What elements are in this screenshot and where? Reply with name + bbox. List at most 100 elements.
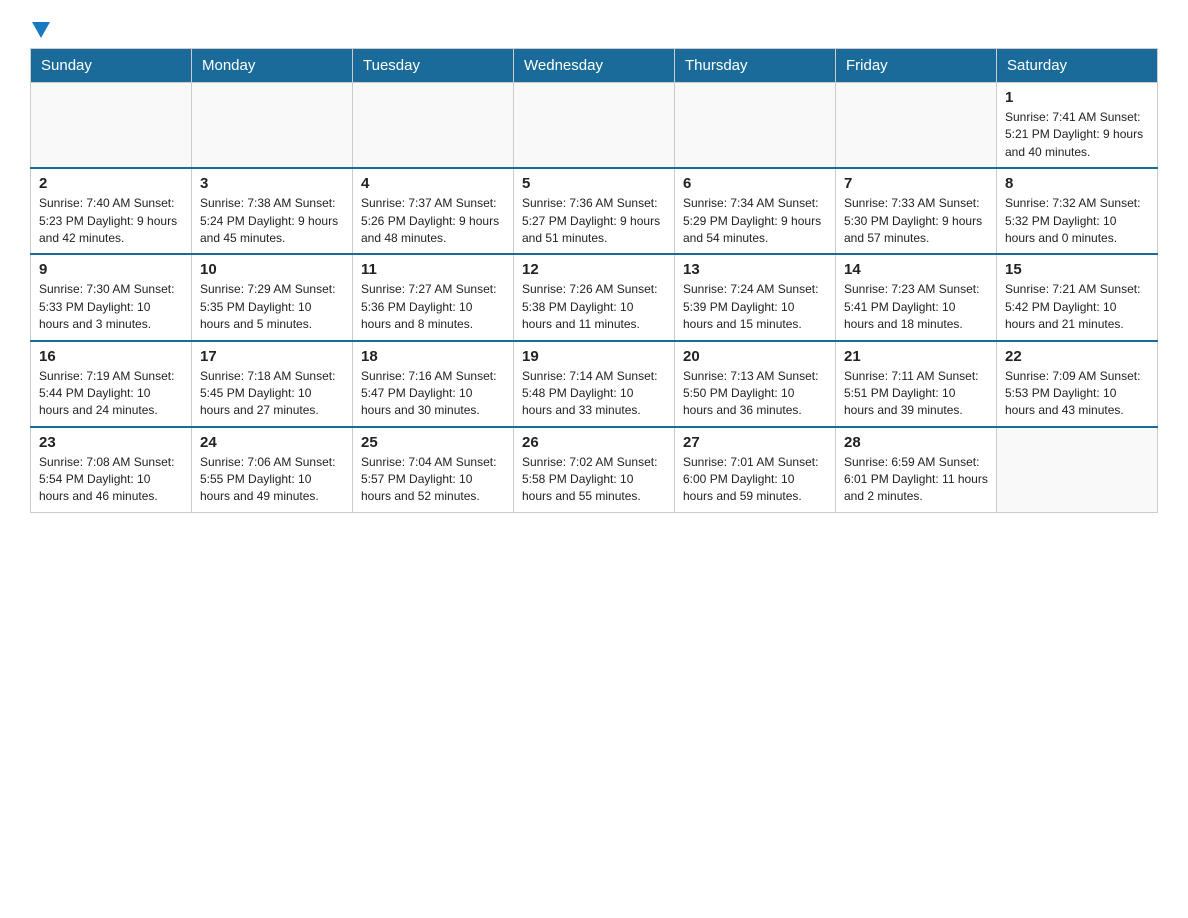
- calendar-header-row: SundayMondayTuesdayWednesdayThursdayFrid…: [31, 49, 1158, 83]
- day-info: Sunrise: 7:16 AM Sunset: 5:47 PM Dayligh…: [361, 368, 505, 420]
- day-info: Sunrise: 7:38 AM Sunset: 5:24 PM Dayligh…: [200, 195, 344, 247]
- day-info: Sunrise: 7:13 AM Sunset: 5:50 PM Dayligh…: [683, 368, 827, 420]
- day-info: Sunrise: 7:09 AM Sunset: 5:53 PM Dayligh…: [1005, 368, 1149, 420]
- calendar-table: SundayMondayTuesdayWednesdayThursdayFrid…: [30, 48, 1158, 513]
- day-header-saturday: Saturday: [997, 49, 1158, 83]
- day-number: 10: [200, 261, 344, 278]
- day-header-thursday: Thursday: [675, 49, 836, 83]
- day-info: Sunrise: 7:18 AM Sunset: 5:45 PM Dayligh…: [200, 368, 344, 420]
- day-info: Sunrise: 7:08 AM Sunset: 5:54 PM Dayligh…: [39, 454, 183, 506]
- day-number: 1: [1005, 89, 1149, 106]
- day-number: 23: [39, 434, 183, 451]
- calendar-week-row: 16 Sunrise: 7:19 AM Sunset: 5:44 PM Dayli…: [31, 341, 1158, 427]
- calendar-cell: 4 Sunrise: 7:37 AM Sunset: 5:26 PM Daylig…: [353, 168, 514, 254]
- day-info: Sunrise: 7:01 AM Sunset: 6:00 PM Dayligh…: [683, 454, 827, 506]
- calendar-cell: 11 Sunrise: 7:27 AM Sunset: 5:36 PM Dayli…: [353, 254, 514, 340]
- calendar-cell: 7 Sunrise: 7:33 AM Sunset: 5:30 PM Daylig…: [836, 168, 997, 254]
- day-info: Sunrise: 7:36 AM Sunset: 5:27 PM Dayligh…: [522, 195, 666, 247]
- day-number: 21: [844, 348, 988, 365]
- calendar-cell: 28 Sunrise: 6:59 AM Sunset: 6:01 PM Dayli…: [836, 427, 997, 513]
- calendar-cell: 21 Sunrise: 7:11 AM Sunset: 5:51 PM Dayli…: [836, 341, 997, 427]
- day-number: 28: [844, 434, 988, 451]
- day-number: 4: [361, 175, 505, 192]
- day-number: 20: [683, 348, 827, 365]
- day-number: 22: [1005, 348, 1149, 365]
- day-info: Sunrise: 7:24 AM Sunset: 5:39 PM Dayligh…: [683, 281, 827, 333]
- day-info: Sunrise: 7:21 AM Sunset: 5:42 PM Dayligh…: [1005, 281, 1149, 333]
- day-info: Sunrise: 7:26 AM Sunset: 5:38 PM Dayligh…: [522, 281, 666, 333]
- day-header-wednesday: Wednesday: [514, 49, 675, 83]
- calendar-cell: 12 Sunrise: 7:26 AM Sunset: 5:38 PM Dayli…: [514, 254, 675, 340]
- day-number: 13: [683, 261, 827, 278]
- day-info: Sunrise: 7:41 AM Sunset: 5:21 PM Dayligh…: [1005, 109, 1149, 161]
- page-header: [30, 20, 1158, 38]
- day-header-monday: Monday: [192, 49, 353, 83]
- day-number: 25: [361, 434, 505, 451]
- day-number: 3: [200, 175, 344, 192]
- day-header-sunday: Sunday: [31, 49, 192, 83]
- day-number: 17: [200, 348, 344, 365]
- day-number: 15: [1005, 261, 1149, 278]
- calendar-cell: 5 Sunrise: 7:36 AM Sunset: 5:27 PM Daylig…: [514, 168, 675, 254]
- logo-text: [30, 20, 50, 38]
- calendar-cell: [997, 427, 1158, 513]
- calendar-cell: 8 Sunrise: 7:32 AM Sunset: 5:32 PM Daylig…: [997, 168, 1158, 254]
- calendar-cell: 14 Sunrise: 7:23 AM Sunset: 5:41 PM Dayli…: [836, 254, 997, 340]
- calendar-week-row: 23 Sunrise: 7:08 AM Sunset: 5:54 PM Dayli…: [31, 427, 1158, 513]
- calendar-cell: 6 Sunrise: 7:34 AM Sunset: 5:29 PM Daylig…: [675, 168, 836, 254]
- calendar-cell: 19 Sunrise: 7:14 AM Sunset: 5:48 PM Dayli…: [514, 341, 675, 427]
- calendar-cell: 20 Sunrise: 7:13 AM Sunset: 5:50 PM Dayli…: [675, 341, 836, 427]
- day-info: Sunrise: 7:19 AM Sunset: 5:44 PM Dayligh…: [39, 368, 183, 420]
- calendar-cell: 2 Sunrise: 7:40 AM Sunset: 5:23 PM Daylig…: [31, 168, 192, 254]
- day-number: 2: [39, 175, 183, 192]
- day-number: 27: [683, 434, 827, 451]
- calendar-cell: 1 Sunrise: 7:41 AM Sunset: 5:21 PM Daylig…: [997, 83, 1158, 169]
- day-header-friday: Friday: [836, 49, 997, 83]
- calendar-week-row: 1 Sunrise: 7:41 AM Sunset: 5:21 PM Daylig…: [31, 83, 1158, 169]
- day-number: 24: [200, 434, 344, 451]
- calendar-cell: 9Sunrise: 7:30 AM Sunset: 5:33 PM Daylig…: [31, 254, 192, 340]
- calendar-cell: 18 Sunrise: 7:16 AM Sunset: 5:47 PM Dayli…: [353, 341, 514, 427]
- day-info: Sunrise: 6:59 AM Sunset: 6:01 PM Dayligh…: [844, 454, 988, 506]
- day-info: Sunrise: 7:27 AM Sunset: 5:36 PM Dayligh…: [361, 281, 505, 333]
- day-number: 9: [39, 261, 183, 278]
- calendar-cell: 27 Sunrise: 7:01 AM Sunset: 6:00 PM Dayli…: [675, 427, 836, 513]
- day-info: Sunrise: 7:11 AM Sunset: 5:51 PM Dayligh…: [844, 368, 988, 420]
- day-info: Sunrise: 7:32 AM Sunset: 5:32 PM Dayligh…: [1005, 195, 1149, 247]
- day-number: 6: [683, 175, 827, 192]
- logo-triangle-icon: [32, 22, 50, 38]
- calendar-cell: 26 Sunrise: 7:02 AM Sunset: 5:58 PM Dayli…: [514, 427, 675, 513]
- day-number: 19: [522, 348, 666, 365]
- day-number: 18: [361, 348, 505, 365]
- day-number: 7: [844, 175, 988, 192]
- calendar-week-row: 2 Sunrise: 7:40 AM Sunset: 5:23 PM Daylig…: [31, 168, 1158, 254]
- day-info: Sunrise: 7:33 AM Sunset: 5:30 PM Dayligh…: [844, 195, 988, 247]
- calendar-cell: 25 Sunrise: 7:04 AM Sunset: 5:57 PM Dayli…: [353, 427, 514, 513]
- day-info: Sunrise: 7:34 AM Sunset: 5:29 PM Dayligh…: [683, 195, 827, 247]
- calendar-cell: [675, 83, 836, 169]
- day-info: Sunrise: 7:37 AM Sunset: 5:26 PM Dayligh…: [361, 195, 505, 247]
- calendar-cell: 13 Sunrise: 7:24 AM Sunset: 5:39 PM Dayli…: [675, 254, 836, 340]
- day-number: 16: [39, 348, 183, 365]
- day-info: Sunrise: 7:23 AM Sunset: 5:41 PM Dayligh…: [844, 281, 988, 333]
- calendar-cell: 15 Sunrise: 7:21 AM Sunset: 5:42 PM Dayli…: [997, 254, 1158, 340]
- day-info: Sunrise: 7:04 AM Sunset: 5:57 PM Dayligh…: [361, 454, 505, 506]
- day-header-tuesday: Tuesday: [353, 49, 514, 83]
- day-number: 26: [522, 434, 666, 451]
- calendar-cell: 23 Sunrise: 7:08 AM Sunset: 5:54 PM Dayli…: [31, 427, 192, 513]
- calendar-cell: [192, 83, 353, 169]
- day-info: Sunrise: 7:29 AM Sunset: 5:35 PM Dayligh…: [200, 281, 344, 333]
- calendar-cell: [31, 83, 192, 169]
- day-number: 8: [1005, 175, 1149, 192]
- calendar-cell: [353, 83, 514, 169]
- calendar-cell: 22 Sunrise: 7:09 AM Sunset: 5:53 PM Dayli…: [997, 341, 1158, 427]
- day-info: Sunrise: 7:40 AM Sunset: 5:23 PM Dayligh…: [39, 195, 183, 247]
- day-number: 14: [844, 261, 988, 278]
- day-number: 12: [522, 261, 666, 278]
- calendar-week-row: 9Sunrise: 7:30 AM Sunset: 5:33 PM Daylig…: [31, 254, 1158, 340]
- day-number: 5: [522, 175, 666, 192]
- day-info: Sunrise: 7:14 AM Sunset: 5:48 PM Dayligh…: [522, 368, 666, 420]
- calendar-cell: 16 Sunrise: 7:19 AM Sunset: 5:44 PM Dayli…: [31, 341, 192, 427]
- day-number: 11: [361, 261, 505, 278]
- day-info: Sunrise: 7:02 AM Sunset: 5:58 PM Dayligh…: [522, 454, 666, 506]
